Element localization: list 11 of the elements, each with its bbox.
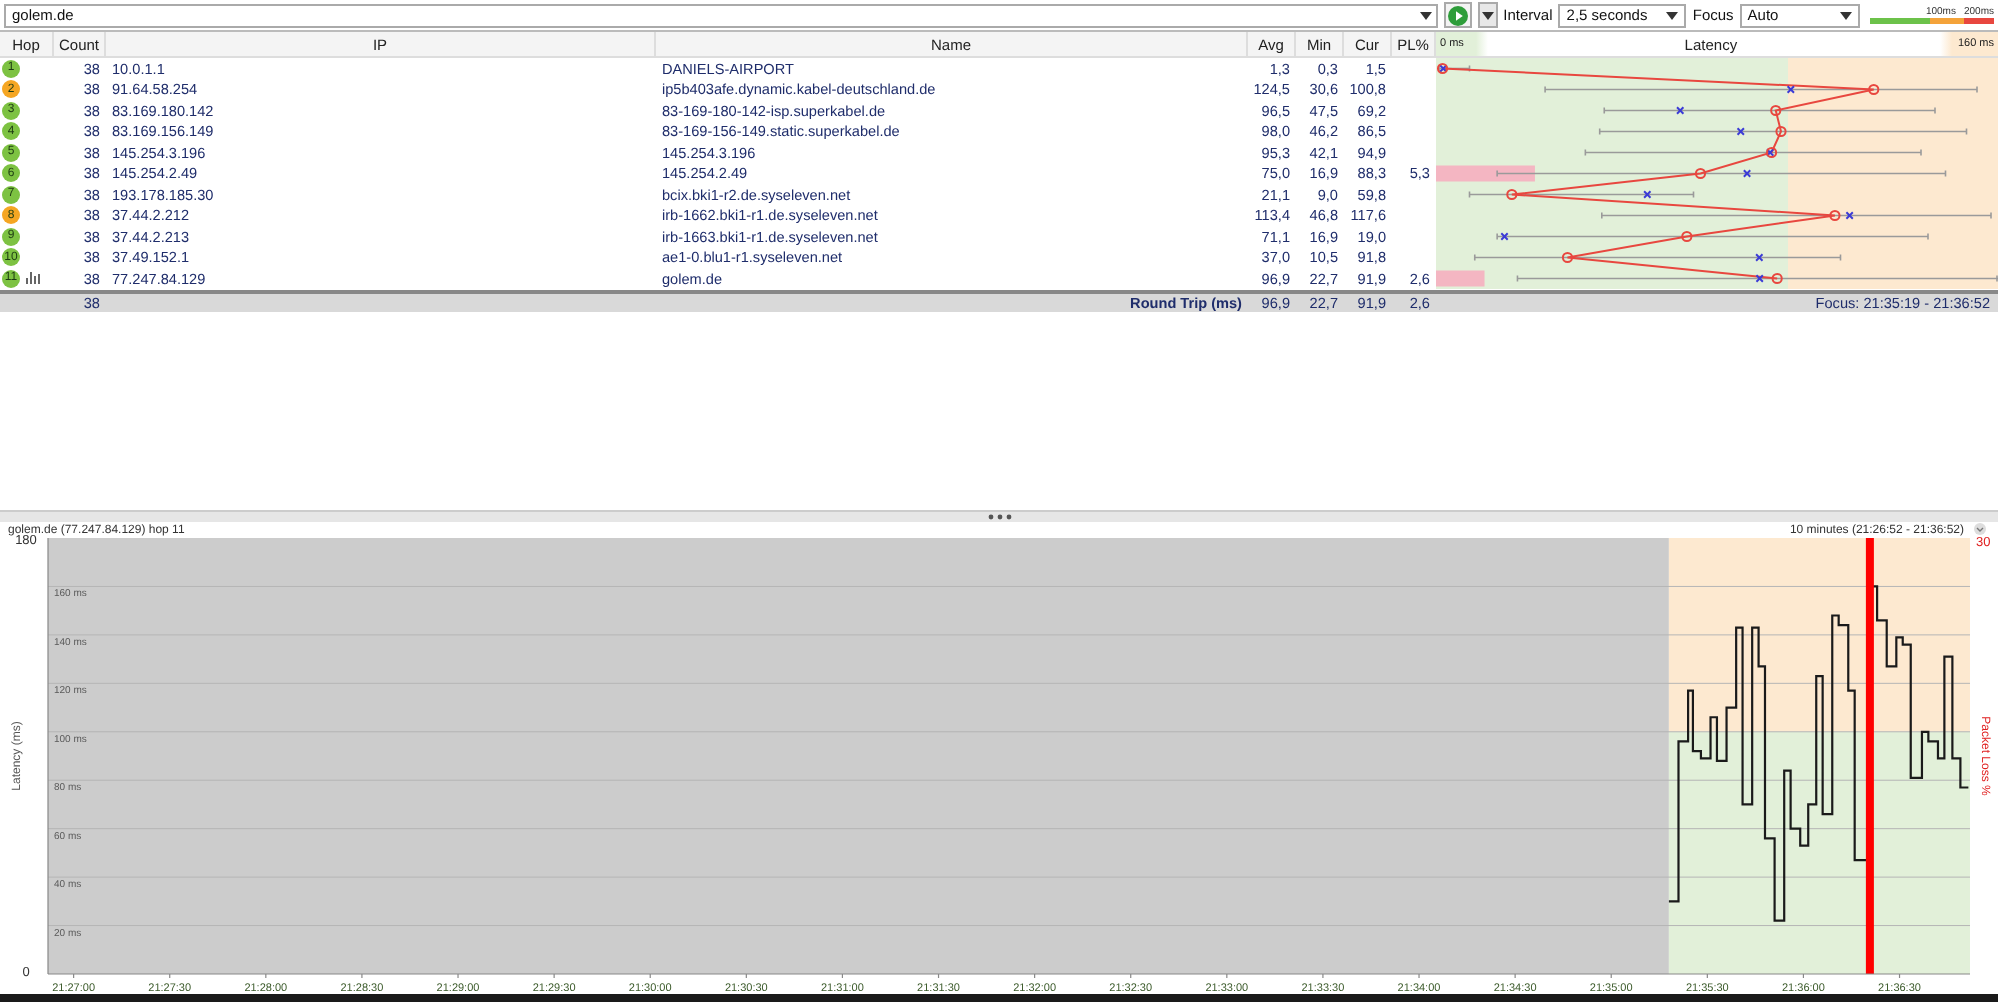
graph-icon[interactable] <box>26 272 40 285</box>
caret-icon <box>1840 11 1852 19</box>
caret-icon[interactable] <box>1420 11 1433 19</box>
threshold-legend-bar <box>1870 18 1994 24</box>
caret-icon <box>1666 11 1679 19</box>
caret-icon <box>1481 11 1494 19</box>
expand-icon[interactable] <box>1974 523 1986 535</box>
play-icon <box>1448 5 1469 25</box>
dropdown-button[interactable] <box>1477 2 1498 28</box>
start-button[interactable] <box>1444 2 1472 28</box>
splitter-grip-icon[interactable] <box>987 514 1011 520</box>
